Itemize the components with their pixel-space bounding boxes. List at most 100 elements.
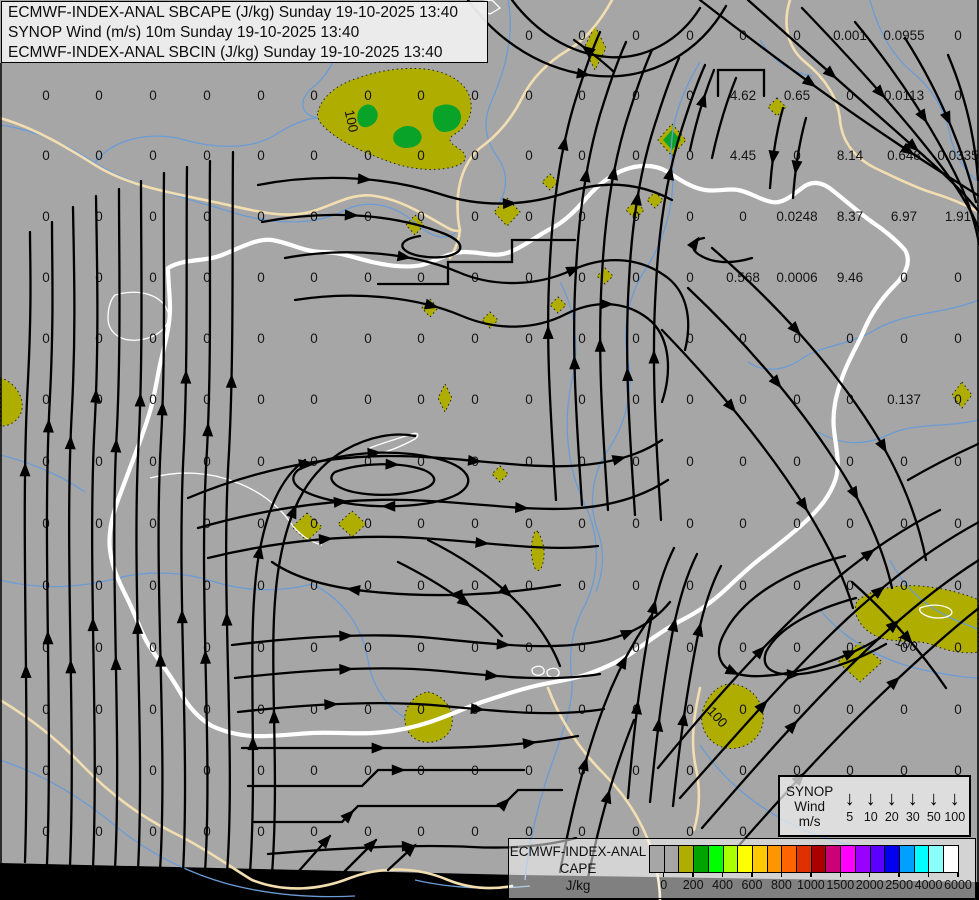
cape-tick-mark — [810, 872, 812, 877]
grid-value-label: 0 — [471, 88, 479, 103]
wind-legend-labels: SYNOP Wind m/s — [786, 784, 833, 829]
grid-value-label: 0 — [42, 209, 50, 224]
cape-color-cell — [884, 846, 899, 872]
grid-value-label: 0 — [42, 331, 50, 346]
grid-value-label: 0 — [471, 578, 479, 593]
grid-value-label: 0 — [954, 28, 962, 43]
grid-value-label: 0 — [954, 331, 962, 346]
grid-value-label: 0 — [846, 454, 854, 469]
sbcin-value-label: 0.0113 — [884, 88, 924, 103]
grid-value-label: 0 — [257, 392, 265, 407]
grid-value-label: 0 — [149, 824, 157, 839]
grid-value-label: 0 — [739, 640, 747, 655]
cape-color-cell — [722, 846, 738, 872]
grid-value-label: 0 — [632, 28, 640, 43]
grid-value-label: 0 — [310, 640, 318, 655]
grid-value-label: 0 — [793, 516, 801, 531]
cape-color-cell — [854, 846, 870, 872]
title-box: ECMWF-INDEX-ANAL SBCAPE (J/kg) Sunday 19… — [1, 1, 488, 63]
grid-value-label: 0 — [578, 331, 586, 346]
wind-arrow-icon: ↓ — [844, 787, 855, 810]
cape-tick-mark — [927, 872, 930, 877]
grid-value-label: 0 — [42, 88, 50, 103]
sbcin-value-label: 0.0955 — [883, 28, 924, 43]
cape-tick-label: 4000 — [914, 878, 943, 892]
grid-value-label: 0 — [417, 209, 425, 224]
grid-value-label: 0 — [525, 209, 533, 224]
grid-value-label: 0 — [686, 454, 694, 469]
grid-value-label: 0 — [471, 148, 479, 163]
wind-speed-label: 30 — [905, 809, 920, 824]
grid-value-label: 0 — [149, 578, 157, 593]
sbcin-value-label: 8.37 — [837, 209, 863, 224]
wind-legend-scale: ↓ 5 ↓ 10 ↓ 20 ↓ 30 ↓ 50 ↓ 100 — [839, 789, 965, 824]
cape-tick-mark — [721, 872, 724, 877]
wind-arrow-icon: ↓ — [949, 787, 960, 810]
grid-value-label: 0 — [310, 763, 318, 778]
grid-value-label: 0 — [739, 392, 747, 407]
grid-value-label: 0 — [525, 392, 533, 407]
grid-value-label: 0 — [900, 331, 908, 346]
wind-speed-label: 10 — [863, 809, 878, 824]
wind-legend: SYNOP Wind m/s ↓ 5 ↓ 10 ↓ 20 ↓ 30 ↓ 50 ↓ 100 — [778, 775, 971, 837]
sbcin-value-label: 0.0006 — [776, 270, 817, 285]
grid-value-label: 0 — [525, 28, 533, 43]
map-canvas: 0 0 0 0 0 0 0.001 0.0955 00 0 0 0 0 0 0 0 0 0 0 0 0 4.62 0.65 0… — [0, 0, 979, 900]
cape-tick-mark — [839, 872, 842, 877]
title-line-sbcape: ECMWF-INDEX-ANAL SBCAPE (J/kg) Sunday 19… — [8, 4, 458, 21]
grid-value-label: 0 — [578, 640, 586, 655]
cape-tick-label: 0 — [660, 878, 668, 892]
grid-value-label: 0 — [364, 270, 372, 285]
cape-legend-labels: ECMWF-INDEX-ANAL CAPE J/kg — [509, 843, 647, 894]
cape-tick-label: 400 — [712, 878, 733, 892]
grid-value-label: 0 — [686, 824, 694, 839]
grid-value-label: 0 — [525, 454, 533, 469]
grid-value-label: 0 — [257, 331, 265, 346]
map-background — [0, 0, 979, 900]
sbcin-value-label: 6.97 — [891, 209, 917, 224]
grid-value-label: 0 — [578, 270, 586, 285]
grid-value-label: 0 — [310, 331, 318, 346]
wind-scale-item: ↓ 30 — [902, 789, 923, 824]
grid-value-label: 0 — [525, 702, 533, 717]
cape-tick-label: 200 — [682, 878, 704, 892]
grid-value-label: 0 — [578, 516, 586, 531]
cape-tick-label: 1500 — [826, 878, 855, 892]
wind-legend-quantity: Wind — [794, 798, 826, 814]
cape-color-cell — [707, 846, 723, 872]
grid-value-label: 0 — [846, 331, 854, 346]
grid-value-label: 0 — [149, 392, 157, 407]
grid-value-label: 0 — [257, 578, 265, 593]
grid-value-label: 0 — [954, 578, 962, 593]
sbcin-value-label: 4.62 — [730, 88, 756, 103]
cape-legend: ECMWF-INDEX-ANAL CAPE J/kg 0 200 400 600 800… — [508, 838, 976, 899]
cape-color-cell — [928, 846, 944, 872]
grid-value-label: 0 — [954, 270, 962, 285]
cape-color-cell — [898, 846, 914, 872]
sbcin-value-label: 8.14 — [837, 148, 864, 163]
grid-value-label: 0 — [149, 270, 157, 285]
grid-value-label: 0 — [42, 270, 50, 285]
grid-value-label: 0 — [954, 702, 962, 717]
grid-value-label: 0 — [149, 454, 157, 469]
grid-value-label: 0 — [310, 392, 318, 407]
cape-tick-mark — [780, 872, 783, 877]
grid-value-label: 0 — [900, 578, 908, 593]
grid-value-label: 0 — [900, 270, 908, 285]
grid-value-label: 0 — [954, 640, 962, 655]
sbcin-value-label: 0.0248 — [776, 209, 817, 224]
grid-value-label: 0 — [686, 28, 694, 43]
wind-scale-item: ↓ 10 — [860, 789, 881, 824]
grid-value-label: 0 — [632, 578, 640, 593]
grid-value-label: 0 — [95, 702, 103, 717]
grid-value-label: 0 — [686, 578, 694, 593]
cape-color-cell — [737, 846, 752, 872]
grid-value-label: 0 — [149, 148, 157, 163]
grid-value-label: 0 — [310, 270, 318, 285]
grid-value-label: 0 — [310, 148, 318, 163]
grid-value-label: 0 — [739, 516, 747, 531]
grid-value-label: 0 — [578, 28, 586, 43]
cape-color-cell — [693, 846, 708, 872]
grid-value-label: 0 — [95, 763, 103, 778]
grid-value-label: 0 — [417, 392, 425, 407]
